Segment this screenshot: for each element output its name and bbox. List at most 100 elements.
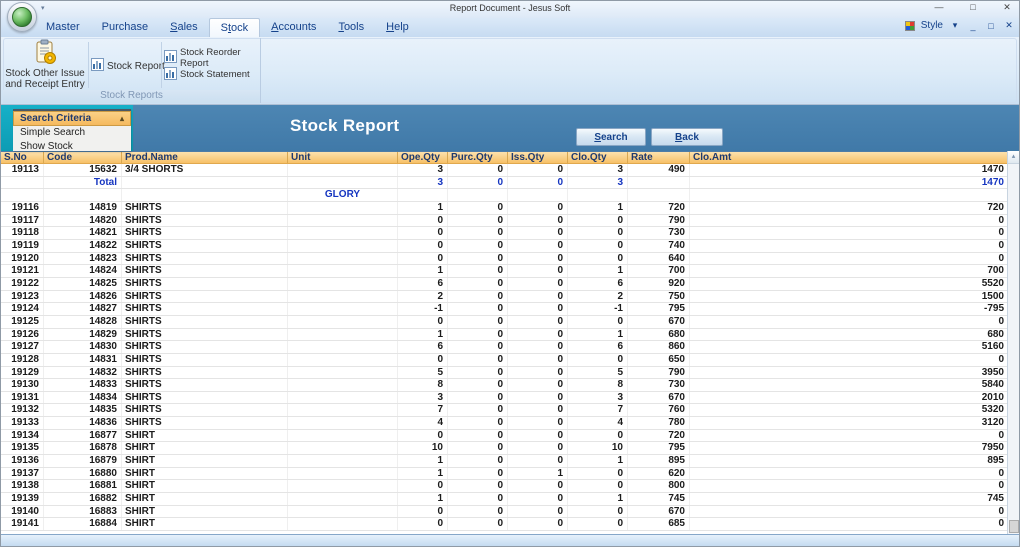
column-header-purcqty[interactable]: Purc.Qty bbox=[448, 152, 508, 163]
table-row[interactable]: 1913114834SHIRTS30036702010 bbox=[1, 392, 1009, 405]
stock-other-issue-button[interactable]: Stock Other Issue and Receipt Entry bbox=[4, 39, 86, 89]
column-header-rate[interactable]: Rate bbox=[628, 152, 690, 163]
table-row[interactable]: 1911614819SHIRTS1001720720 bbox=[1, 202, 1009, 215]
app-orb-button[interactable] bbox=[7, 2, 37, 32]
vertical-scrollbar[interactable]: ▴ bbox=[1007, 151, 1019, 534]
table-row[interactable]: 1914116884SHIRT00006850 bbox=[1, 518, 1009, 531]
cell-opeqty: 0 bbox=[398, 253, 448, 265]
cell-code: 16881 bbox=[44, 480, 122, 492]
tab-accounts[interactable]: Accounts bbox=[260, 18, 327, 37]
back-button[interactable]: Back bbox=[651, 128, 723, 146]
menu-item-show-stock[interactable]: Show Stock bbox=[13, 140, 131, 151]
cell-purcqty: 0 bbox=[448, 480, 508, 492]
cell-prodname: SHIRTS bbox=[122, 392, 288, 404]
table-row[interactable]: 1913916882SHIRT1001745745 bbox=[1, 493, 1009, 506]
table-row[interactable]: 1913816881SHIRT00008000 bbox=[1, 480, 1009, 493]
table-row[interactable]: 1912614829SHIRTS1001680680 bbox=[1, 329, 1009, 342]
scroll-up-icon[interactable]: ▴ bbox=[1008, 151, 1019, 164]
table-row[interactable]: 1911914822SHIRTS00007400 bbox=[1, 240, 1009, 253]
cell-opeqty: 2 bbox=[398, 291, 448, 303]
table-row[interactable]: 1913716880SHIRT10106200 bbox=[1, 468, 1009, 481]
cell-purcqty: 0 bbox=[448, 430, 508, 442]
cell-sno: 19135 bbox=[1, 442, 44, 454]
mdi-minimize-button[interactable]: _ bbox=[967, 21, 979, 31]
column-header-sno[interactable]: S.No bbox=[1, 152, 44, 163]
column-header-cloamt[interactable]: Clo.Amt bbox=[690, 152, 1009, 163]
mdi-restore-button[interactable]: □ bbox=[985, 21, 997, 31]
table-row[interactable]: 1912514828SHIRTS00006700 bbox=[1, 316, 1009, 329]
close-button[interactable]: ✕ bbox=[999, 2, 1015, 13]
cell-sno: 19130 bbox=[1, 379, 44, 391]
cell-cloamt: 720 bbox=[690, 202, 1009, 214]
cell-rate: 795 bbox=[628, 442, 690, 454]
cell-cloamt: 2010 bbox=[690, 392, 1009, 404]
cell-cloamt: 0 bbox=[690, 480, 1009, 492]
column-header-unit[interactable]: Unit bbox=[288, 152, 398, 163]
column-header-prodname[interactable]: Prod.Name bbox=[122, 152, 288, 163]
table-row[interactable]: 1913314836SHIRTS40047803120 bbox=[1, 417, 1009, 430]
tab-tools[interactable]: Tools bbox=[327, 18, 375, 37]
table-row[interactable]: 19113156323/4 SHORTS30034901470 bbox=[1, 164, 1009, 177]
minimize-button[interactable]: — bbox=[931, 2, 947, 13]
style-dropdown-icon[interactable]: ▾ bbox=[949, 20, 961, 31]
tab-master[interactable]: Master bbox=[35, 18, 91, 37]
cell-opeqty: 1 bbox=[398, 202, 448, 214]
table-row[interactable]: 1913516878SHIRT1000107957950 bbox=[1, 442, 1009, 455]
menu-item-simple-search[interactable]: Simple Search bbox=[13, 126, 131, 140]
table-row[interactable]: 1912114824SHIRTS1001700700 bbox=[1, 265, 1009, 278]
table-group-row[interactable]: GLORY bbox=[1, 189, 1009, 202]
table-row[interactable]: 1913214835SHIRTS70077605320 bbox=[1, 404, 1009, 417]
style-button[interactable]: Style bbox=[921, 20, 943, 31]
cell-cloqty: 0 bbox=[568, 430, 628, 442]
table-row[interactable]: 1914016883SHIRT00006700 bbox=[1, 506, 1009, 519]
stock-report-button[interactable]: Stock Report bbox=[91, 58, 165, 74]
cell-cloqty: 1 bbox=[568, 329, 628, 341]
table-total-row[interactable]: Total30031470 bbox=[1, 177, 1009, 190]
cell-rate: 670 bbox=[628, 316, 690, 328]
tab-help[interactable]: Help bbox=[375, 18, 420, 37]
cell-sno: 19117 bbox=[1, 215, 44, 227]
stock-statement-button[interactable]: Stock Statement bbox=[164, 67, 250, 82]
table-row[interactable]: 1912914832SHIRTS50057903950 bbox=[1, 367, 1009, 380]
mdi-close-button[interactable]: ✕ bbox=[1003, 20, 1015, 31]
table-row[interactable]: 1912014823SHIRTS00006400 bbox=[1, 253, 1009, 266]
cell-purcqty: 0 bbox=[448, 202, 508, 214]
cell-rate: 750 bbox=[628, 291, 690, 303]
cell-code: Total bbox=[44, 177, 122, 189]
tab-purchase[interactable]: Purchase bbox=[91, 18, 159, 37]
table-row[interactable]: 1913014833SHIRTS80087305840 bbox=[1, 379, 1009, 392]
table-row[interactable]: 1913616879SHIRT1001895895 bbox=[1, 455, 1009, 468]
search-criteria-header[interactable]: Search Criteria ▴ bbox=[13, 111, 131, 126]
cell-unit bbox=[288, 227, 398, 239]
table-row[interactable]: 1912214825SHIRTS60069205520 bbox=[1, 278, 1009, 291]
table-row[interactable]: 1912314826SHIRTS20027501500 bbox=[1, 291, 1009, 304]
tab-stock[interactable]: Stock bbox=[209, 18, 261, 37]
table-row[interactable]: 1913416877SHIRT00007200 bbox=[1, 430, 1009, 443]
column-header-code[interactable]: Code bbox=[44, 152, 122, 163]
table-row[interactable]: 1911814821SHIRTS00007300 bbox=[1, 227, 1009, 240]
maximize-button[interactable]: □ bbox=[965, 2, 981, 13]
table-row[interactable]: 1912414827SHIRTS-100-1795-795 bbox=[1, 303, 1009, 316]
stock-reorder-report-button[interactable]: Stock Reorder Report bbox=[164, 50, 260, 65]
table-row[interactable]: 1912814831SHIRTS00006500 bbox=[1, 354, 1009, 367]
quick-access-dropdown-icon[interactable]: ▾ bbox=[41, 4, 45, 12]
search-button[interactable]: Search bbox=[576, 128, 646, 146]
cell-purcqty: 0 bbox=[448, 442, 508, 454]
cell-prodname: SHIRT bbox=[122, 468, 288, 480]
cell-code: 14825 bbox=[44, 278, 122, 290]
column-header-issqty[interactable]: Iss.Qty bbox=[508, 152, 568, 163]
cell-unit bbox=[288, 480, 398, 492]
cell-cloamt: 0 bbox=[690, 240, 1009, 252]
cell-cloqty: 0 bbox=[568, 506, 628, 518]
cell-code: 14836 bbox=[44, 417, 122, 429]
cell-purcqty: 0 bbox=[448, 177, 508, 189]
cell-code: 14823 bbox=[44, 253, 122, 265]
tab-sales[interactable]: Sales bbox=[159, 18, 209, 37]
column-header-opeqty[interactable]: Ope.Qty bbox=[398, 152, 448, 163]
column-header-cloqty[interactable]: Clo.Qty bbox=[568, 152, 628, 163]
cell-purcqty: 0 bbox=[448, 379, 508, 391]
table-row[interactable]: 1912714830SHIRTS60068605160 bbox=[1, 341, 1009, 354]
table-row[interactable]: 1911714820SHIRTS00007900 bbox=[1, 215, 1009, 228]
collapse-icon[interactable]: ▴ bbox=[120, 112, 124, 125]
scrollbar-thumb[interactable] bbox=[1009, 520, 1019, 533]
